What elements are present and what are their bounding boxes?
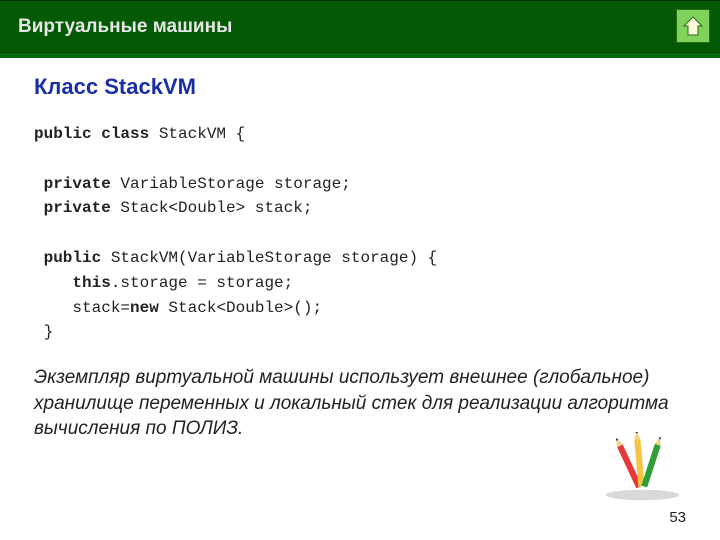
code-text: StackVM(VariableStorage storage) { (101, 249, 437, 267)
page-number: 53 (669, 509, 686, 526)
home-button[interactable] (676, 9, 710, 43)
code-kw: public (34, 249, 101, 267)
slide-title: Виртуальные машины (18, 16, 232, 38)
code-text: Stack<Double> stack; (111, 199, 313, 217)
code-text: } (34, 323, 53, 341)
code-kw: private (34, 199, 111, 217)
summary-text: Экземпляр виртуальной машины использует … (34, 365, 686, 442)
home-icon (681, 14, 705, 38)
code-block: public class StackVM { private VariableS… (34, 122, 686, 345)
slide-header: Виртуальные машины (0, 0, 720, 52)
section-title: Класс StackVM (34, 74, 686, 100)
code-text: VariableStorage storage; (111, 175, 351, 193)
code-kw: new (130, 299, 159, 317)
slide: Виртуальные машины Класс StackVM public … (0, 0, 720, 540)
code-text: .storage = storage; (111, 274, 293, 292)
code-text: stack= (34, 299, 130, 317)
pencils-decoration (595, 432, 690, 502)
code-text: Stack<Double>(); (159, 299, 322, 317)
code-text: StackVM { (149, 125, 245, 143)
code-kw: private (34, 175, 111, 193)
code-kw: this (34, 274, 111, 292)
code-kw: public class (34, 125, 149, 143)
